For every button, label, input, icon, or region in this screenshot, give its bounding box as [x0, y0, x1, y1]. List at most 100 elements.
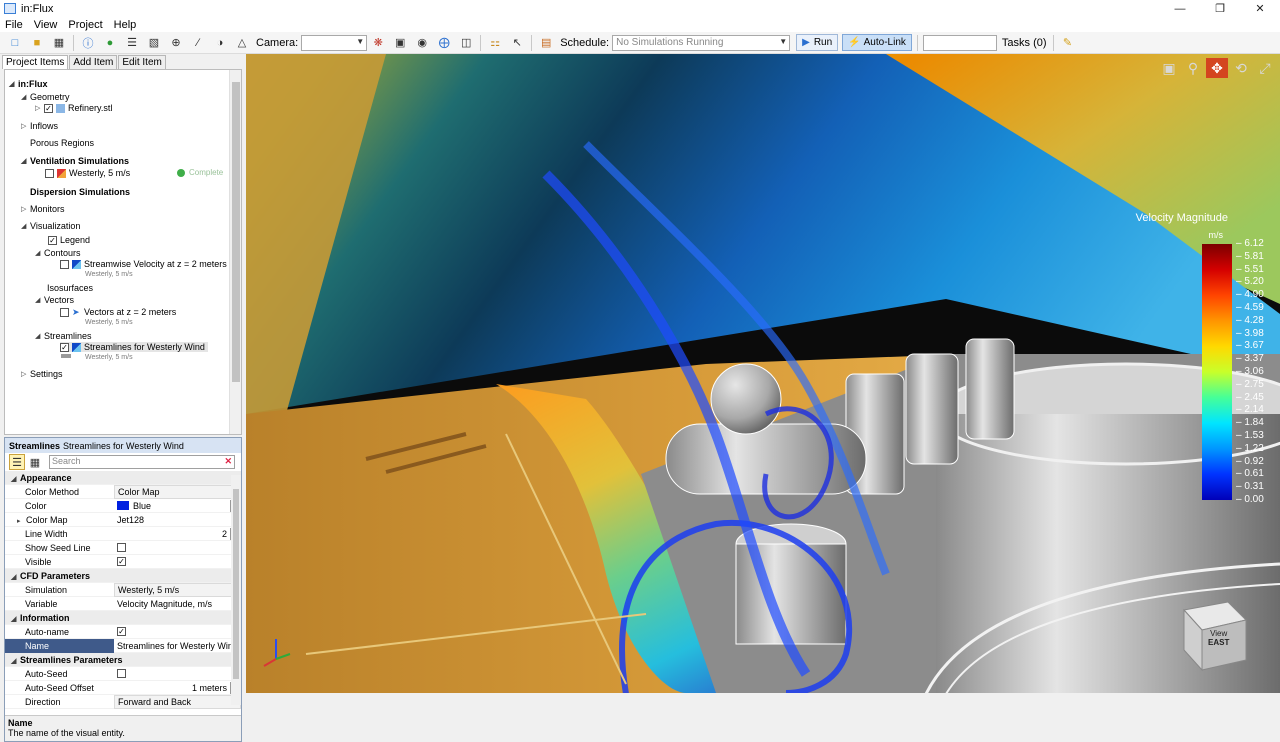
properties-scrollbar[interactable] — [231, 475, 241, 705]
categorized-icon[interactable]: ☰ — [9, 454, 25, 470]
target-icon[interactable]: ⊕ — [168, 35, 184, 51]
tree-stream-item[interactable]: ✓ Streamlines for Westerly Wind — [60, 342, 208, 352]
add-green-icon[interactable]: ● — [102, 35, 118, 51]
collapse-icon[interactable]: ▷ — [21, 205, 30, 213]
screenshot-icon[interactable]: ▣ — [392, 35, 408, 51]
expand-icon[interactable]: ◢ — [21, 157, 30, 165]
expand-icon[interactable]: ◢ — [21, 93, 30, 101]
tree-geometry[interactable]: ◢ Geometry — [21, 92, 70, 102]
prop-auto-seed[interactable]: Auto-Seed — [5, 667, 241, 681]
visible-checkbox[interactable]: ✓ — [117, 557, 126, 566]
tree-inflows[interactable]: ▷ Inflows — [21, 121, 58, 131]
scroll-thumb[interactable] — [233, 489, 239, 679]
collapse-icon[interactable]: ▷ — [21, 370, 30, 378]
view-cube-label[interactable]: View EAST — [1208, 629, 1229, 647]
open-folder-icon[interactable]: ■ — [29, 35, 45, 51]
show-seed-checkbox[interactable] — [117, 543, 126, 552]
contour-checkbox[interactable] — [60, 259, 69, 269]
auto-link-button[interactable]: ⚡ Auto-Link — [842, 34, 912, 51]
prop-direction[interactable]: DirectionForward and Back⌄ — [5, 694, 241, 709]
close-button[interactable]: ✕ — [1240, 0, 1280, 17]
category-information[interactable]: ◢ Information — [5, 611, 241, 625]
hierarchy-icon[interactable]: ⚏ — [487, 35, 503, 51]
expand-icon[interactable]: ◢ — [11, 615, 20, 623]
expand-icon[interactable]: ◢ — [9, 80, 18, 88]
collapse-icon[interactable]: ▷ — [21, 122, 30, 130]
stream-checkbox[interactable]: ✓ — [60, 342, 69, 352]
line-width-stepper[interactable]: 2▲▼ — [114, 527, 241, 541]
simulation-select[interactable]: Westerly, 5 m/s⌄ — [114, 582, 241, 597]
expand-icon[interactable]: ◢ — [21, 222, 30, 230]
lifebuoy-icon[interactable]: ◉ — [414, 35, 430, 51]
clear-search-icon[interactable]: ✕ — [224, 456, 232, 467]
tree-monitors[interactable]: ▷ Monitors — [21, 204, 65, 214]
tree-scrollbar[interactable] — [229, 70, 241, 434]
menu-help[interactable]: Help — [109, 19, 143, 31]
info-icon[interactable]: ⓘ — [80, 35, 96, 51]
search-input[interactable]: Search ✕ — [49, 455, 235, 469]
clipboard-icon[interactable]: ◫ — [458, 35, 474, 51]
pointer-icon[interactable]: ↖ — [509, 35, 525, 51]
tree-westerly-simulation[interactable]: Westerly, 5 m/s — [45, 168, 130, 178]
menu-file[interactable]: File — [0, 19, 29, 31]
maximize-button[interactable]: ❐ — [1200, 0, 1240, 17]
layers-icon[interactable]: ☰ — [124, 35, 140, 51]
color-picker[interactable]: Blue▼ — [114, 499, 241, 513]
expand-icon[interactable]: ◢ — [11, 573, 20, 581]
3d-viewport[interactable]: View EAST ▣ ⚲ ✥ ⟲ ⤢ Velocity Magnitude m… — [246, 54, 1280, 693]
tab-add-item[interactable]: Add Item — [69, 55, 118, 69]
collapse-icon[interactable]: ▸ — [17, 517, 26, 525]
scene-render[interactable] — [246, 54, 1280, 693]
direction-select[interactable]: Forward and Back⌄ — [114, 694, 241, 709]
rotate-icon[interactable]: ⟲ — [1230, 58, 1252, 78]
scroll-thumb[interactable] — [232, 82, 240, 382]
new-project-icon[interactable]: □ — [7, 35, 23, 51]
westerly-checkbox[interactable] — [45, 168, 54, 178]
vector-checkbox[interactable] — [60, 307, 69, 317]
auto-name-checkbox[interactable]: ✓ — [117, 627, 126, 636]
tasks-button[interactable]: Tasks (0) — [1002, 37, 1047, 49]
expand-icon[interactable]: ◢ — [35, 332, 44, 340]
zoom-region-icon[interactable]: ▣ — [1158, 58, 1180, 78]
fit-extents-icon[interactable]: ⤢ — [1254, 58, 1276, 78]
crosshair-icon[interactable]: ⨁ — [436, 35, 452, 51]
line-tool-icon[interactable]: ∕ — [190, 35, 206, 51]
tree-contour-item[interactable]: Streamwise Velocity at z = 2 meters — [60, 259, 227, 269]
pencil-icon[interactable]: ✎ — [1060, 35, 1076, 51]
prop-show-seed-line[interactable]: Show Seed Line — [5, 541, 241, 555]
color-method-select[interactable]: Color Map⌄ — [114, 484, 241, 499]
camera-reset-icon[interactable]: ❋ — [370, 35, 386, 51]
tab-edit-item[interactable]: Edit Item — [118, 55, 166, 69]
refinery-checkbox[interactable]: ✓ — [44, 103, 53, 113]
tree-vector-item[interactable]: ➤ Vectors at z = 2 meters — [60, 307, 176, 317]
prop-color-map[interactable]: ▸ Color Map Jet128 — [5, 513, 241, 527]
tab-project-items[interactable]: Project Items — [2, 55, 69, 69]
prop-color[interactable]: ColorBlue▼ — [5, 499, 241, 513]
alphabetical-icon[interactable]: ▦ — [27, 454, 43, 470]
tree-ventilation[interactable]: ◢ Ventilation Simulations — [21, 156, 129, 166]
collapse-icon[interactable]: ▷ — [35, 104, 44, 112]
tree-streamlines[interactable]: ◢ Streamlines — [35, 331, 92, 341]
prop-name[interactable]: Name Streamlines for Westerly Wind — [5, 638, 241, 653]
mesh-icon[interactable]: ▧ — [146, 35, 162, 51]
menu-project[interactable]: Project — [63, 19, 108, 31]
zoom-icon[interactable]: ⚲ — [1182, 58, 1204, 78]
expand-icon[interactable]: ◢ — [11, 657, 20, 665]
save-icon[interactable]: ▦ — [51, 35, 67, 51]
category-streamlines-params[interactable]: ◢ Streamlines Parameters — [5, 653, 241, 667]
run-button[interactable]: ▶ Run — [796, 34, 839, 51]
category-cfd[interactable]: ◢ CFD Parameters — [5, 569, 241, 583]
tree-root[interactable]: ◢ in:Flux — [9, 79, 48, 89]
prop-simulation[interactable]: SimulationWesterly, 5 m/s⌄ — [5, 582, 241, 597]
tree-isosurfaces[interactable]: Isosurfaces — [47, 283, 93, 293]
tree-settings[interactable]: ▷ Settings — [21, 369, 63, 379]
tree-porous-regions[interactable]: Porous Regions — [30, 138, 94, 148]
tree-contours[interactable]: ◢ Contours — [35, 248, 81, 258]
prop-line-width[interactable]: Line Width2▲▼ — [5, 527, 241, 541]
pan-icon[interactable]: ✥ — [1206, 58, 1228, 78]
prop-auto-name[interactable]: Auto-name ✓ — [5, 625, 241, 639]
expand-icon[interactable]: ◢ — [11, 475, 20, 483]
name-field[interactable]: Streamlines for Westerly Wind — [114, 639, 241, 653]
legend-checkbox[interactable]: ✓ — [48, 235, 57, 245]
schedule-select[interactable]: No Simulations Running ▼ — [612, 34, 791, 51]
